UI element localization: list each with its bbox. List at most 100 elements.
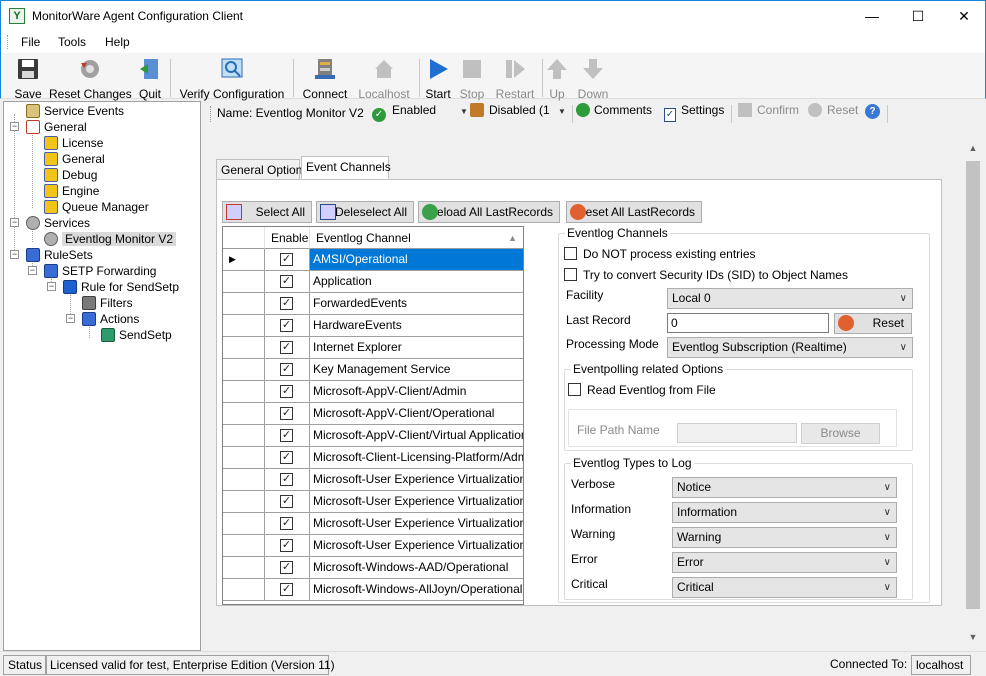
- connect-button[interactable]: Connect: [301, 55, 349, 101]
- row-selector[interactable]: [223, 337, 265, 359]
- table-row[interactable]: ✓ Microsoft-User Experience Virtualizatio…: [223, 513, 523, 535]
- channel-column-header[interactable]: Eventlog Channel ▲: [310, 227, 523, 249]
- reload-all-lastrecords-button[interactable]: Reload All LastRecords: [418, 201, 560, 223]
- verbose-select[interactable]: Notice ∨: [672, 477, 897, 498]
- tree-item-queue-manager[interactable]: Queue Manager: [44, 199, 149, 215]
- row-selector[interactable]: [223, 513, 265, 535]
- confirm-button[interactable]: Confirm: [738, 103, 799, 117]
- scroll-up-icon[interactable]: ▲: [963, 143, 983, 159]
- enable-checkbox[interactable]: ✓: [280, 297, 293, 310]
- error-select[interactable]: Error ∨: [672, 552, 897, 573]
- row-selector[interactable]: [223, 425, 265, 447]
- row-selector[interactable]: [223, 293, 265, 315]
- scroll-down-icon[interactable]: ▼: [963, 632, 983, 648]
- enable-checkbox[interactable]: ✓: [280, 275, 293, 288]
- row-selector[interactable]: [223, 491, 265, 513]
- start-button[interactable]: Start: [423, 55, 453, 101]
- channel-cell[interactable]: Microsoft-User Experience Virtualization…: [310, 491, 523, 513]
- select-all-button[interactable]: Select All: [222, 201, 312, 223]
- enable-checkbox[interactable]: ✓: [280, 451, 293, 464]
- row-selector[interactable]: [223, 447, 265, 469]
- enable-checkbox[interactable]: ✓: [280, 363, 293, 376]
- enable-checkbox[interactable]: ✓: [280, 561, 293, 574]
- help-button[interactable]: ?: [865, 103, 880, 119]
- down-button[interactable]: Down: [575, 55, 611, 101]
- tree-item-filters[interactable]: Filters: [82, 295, 133, 311]
- maximize-button[interactable]: ☐: [895, 1, 941, 31]
- channel-cell[interactable]: Microsoft-AppV-Client/Admin: [310, 381, 523, 403]
- enable-checkbox[interactable]: ✓: [280, 517, 293, 530]
- last-record-input[interactable]: 0: [667, 313, 829, 333]
- browse-button[interactable]: Browse: [801, 423, 880, 444]
- stop-button[interactable]: Stop: [457, 55, 487, 101]
- localhost-button[interactable]: Localhost: [355, 55, 413, 101]
- table-row[interactable]: ✓ Microsoft-AppV-Client/Operational: [223, 403, 523, 425]
- table-row[interactable]: ✓ Microsoft-Windows-AAD/Operational: [223, 557, 523, 579]
- tree-item-rule-for-sendsetp[interactable]: Rule for SendSetp: [63, 279, 179, 295]
- facility-select[interactable]: Local 0 ∨: [667, 288, 913, 309]
- tree-item-setp-forwarding[interactable]: SETP Forwarding: [44, 263, 156, 279]
- last-record-reset-button[interactable]: Reset: [834, 313, 912, 334]
- processing-mode-select[interactable]: Eventlog Subscription (Realtime) ∨: [667, 337, 913, 358]
- minimize-button[interactable]: —: [849, 1, 895, 31]
- tree-item-license[interactable]: License: [44, 135, 103, 151]
- row-selector[interactable]: [223, 469, 265, 491]
- file-path-input[interactable]: [677, 423, 797, 443]
- row-selector[interactable]: [223, 271, 265, 293]
- channel-cell[interactable]: Microsoft-User Experience Virtualization…: [310, 513, 523, 535]
- enable-column-header[interactable]: Enable: [265, 227, 310, 249]
- reset-changes-button[interactable]: Reset Changes: [49, 55, 132, 101]
- channel-cell[interactable]: ForwardedEvents: [310, 293, 523, 315]
- close-button[interactable]: ✕: [941, 1, 986, 31]
- expand-rule-toggle[interactable]: −: [47, 282, 56, 291]
- tree-item-general[interactable]: General: [26, 119, 87, 135]
- scroll-thumb[interactable]: [966, 161, 980, 609]
- table-row[interactable]: ✓ HardwareEvents: [223, 315, 523, 337]
- channel-cell[interactable]: Microsoft-User Experience Virtualization…: [310, 535, 523, 557]
- row-selector[interactable]: [223, 535, 265, 557]
- table-row[interactable]: ✓ Microsoft-AppV-Client/Admin: [223, 381, 523, 403]
- enable-checkbox[interactable]: ✓: [280, 429, 293, 442]
- reset-all-lastrecords-button[interactable]: Reset All LastRecords: [566, 201, 702, 223]
- channel-cell[interactable]: Internet Explorer: [310, 337, 523, 359]
- expand-rulesets-toggle[interactable]: −: [10, 250, 19, 259]
- tree-item-service-events[interactable]: Service Events: [26, 103, 124, 119]
- critical-select[interactable]: Critical ∨: [672, 577, 897, 598]
- tab-general-options[interactable]: General Options: [216, 159, 308, 180]
- channel-cell[interactable]: AMSI/Operational: [310, 249, 523, 271]
- menu-help[interactable]: Help: [105, 35, 130, 49]
- save-button[interactable]: Save: [11, 55, 45, 101]
- expand-general-toggle[interactable]: −: [10, 122, 19, 131]
- up-button[interactable]: Up: [545, 55, 569, 101]
- enable-checkbox[interactable]: ✓: [280, 495, 293, 508]
- channel-cell[interactable]: Key Management Service: [310, 359, 523, 381]
- row-selector[interactable]: [223, 403, 265, 425]
- enable-checkbox[interactable]: ✓: [280, 407, 293, 420]
- tree-item-actions[interactable]: Actions: [82, 311, 139, 327]
- table-row[interactable]: ✓ Microsoft-Client-Licensing-Platform/Adm…: [223, 447, 523, 469]
- enable-checkbox[interactable]: ✓: [280, 473, 293, 486]
- channel-cell[interactable]: Microsoft-User Experience Virtualization…: [310, 469, 523, 491]
- eventlog-channel-grid[interactable]: Enable Eventlog Channel ▲ ▶ ✓ AMSI/Operatio…: [222, 226, 524, 605]
- comments-button[interactable]: Comments: [576, 103, 652, 117]
- channel-cell[interactable]: Microsoft-AppV-Client/Virtual Applicatio…: [310, 425, 523, 447]
- enable-checkbox[interactable]: ✓: [280, 385, 293, 398]
- row-selector[interactable]: [223, 579, 265, 601]
- row-selector[interactable]: ▶: [223, 249, 265, 271]
- row-selector[interactable]: [223, 381, 265, 403]
- deselect-all-button[interactable]: Deleselect All: [316, 201, 414, 223]
- table-row[interactable]: ✓ Microsoft-User Experience Virtualizatio…: [223, 535, 523, 557]
- settings-button[interactable]: ✓ Settings: [664, 103, 724, 122]
- expand-actions-toggle[interactable]: −: [66, 314, 75, 323]
- channel-cell[interactable]: Microsoft-Client-Licensing-Platform/Admi…: [310, 447, 523, 469]
- verify-configuration-button[interactable]: Verify Configuration: [177, 55, 287, 101]
- reset-button[interactable]: Reset: [808, 103, 858, 117]
- table-row[interactable]: ✓ Microsoft-User Experience Virtualizatio…: [223, 491, 523, 513]
- enable-checkbox[interactable]: ✓: [280, 341, 293, 354]
- row-selector[interactable]: [223, 557, 265, 579]
- table-row[interactable]: ✓ Key Management Service: [223, 359, 523, 381]
- channel-cell[interactable]: Application: [310, 271, 523, 293]
- row-selector[interactable]: [223, 315, 265, 337]
- channel-cell[interactable]: HardwareEvents: [310, 315, 523, 337]
- table-row[interactable]: ✓ Internet Explorer: [223, 337, 523, 359]
